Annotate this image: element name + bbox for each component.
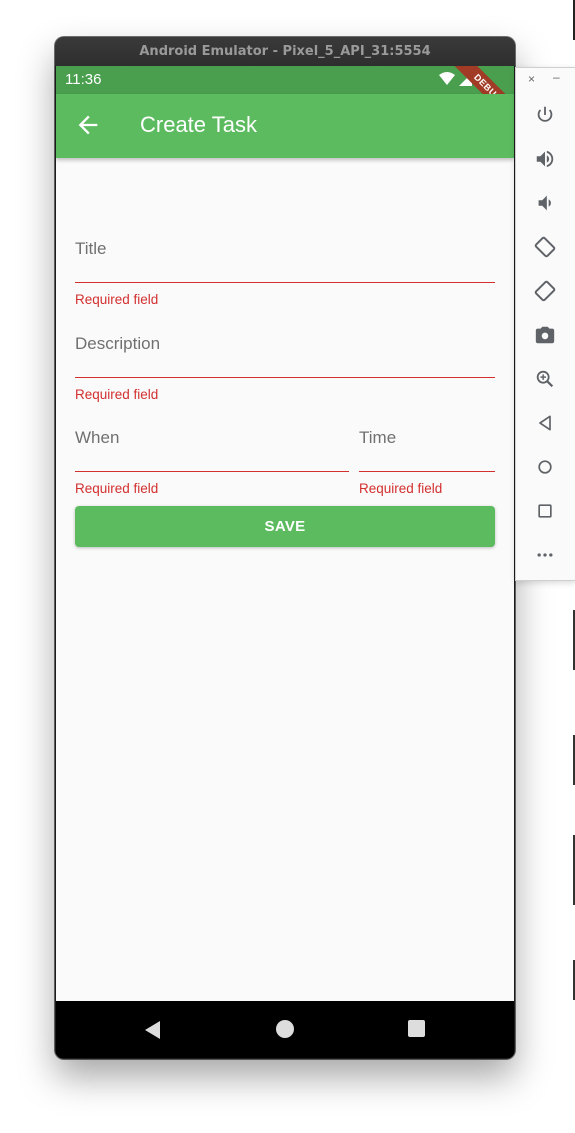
when-underline: [75, 471, 349, 472]
nav-back-icon[interactable]: [144, 1021, 162, 1039]
save-button[interactable]: SAVE: [75, 506, 495, 547]
navigation-bar: [56, 1001, 514, 1058]
title-error: Required field: [75, 292, 159, 307]
time-field[interactable]: Time Required field: [359, 400, 495, 496]
nav-recent-apps-icon[interactable]: [408, 1020, 425, 1037]
when-label: When: [75, 428, 120, 447]
home-icon[interactable]: [531, 453, 559, 481]
minimize-icon[interactable]: –: [553, 70, 560, 84]
page-title: Create Task: [140, 112, 257, 137]
emulator-title: Android Emulator - Pixel_5_API_31:5554: [55, 37, 515, 66]
volume-down-icon[interactable]: [531, 189, 559, 217]
status-bar: 11:36: [56, 66, 514, 94]
title-underline: [75, 282, 495, 283]
phone-screen: 11:36 DEBUG Create Task Title Required f…: [56, 66, 514, 1058]
more-icon[interactable]: [531, 541, 559, 569]
rotate-right-icon[interactable]: [531, 277, 559, 305]
nav-home-icon[interactable]: [276, 1020, 294, 1038]
rotate-left-icon[interactable]: [531, 233, 559, 261]
power-icon[interactable]: [531, 101, 559, 129]
wifi-icon: [439, 72, 455, 85]
background-window-edge: [573, 0, 575, 1000]
time-error: Required field: [359, 481, 443, 496]
app-bar: Create Task: [56, 94, 514, 158]
arrow-back-icon[interactable]: [74, 111, 102, 139]
zoom-icon[interactable]: [531, 365, 559, 393]
title-field[interactable]: Title Required field: [75, 211, 495, 307]
overview-icon[interactable]: [531, 497, 559, 525]
when-field[interactable]: When Required field: [75, 400, 349, 496]
emulator-side-toolbar: × –: [515, 67, 575, 581]
title-label: Title: [75, 239, 107, 258]
close-icon[interactable]: ×: [528, 72, 535, 86]
description-underline: [75, 377, 495, 378]
volume-up-icon[interactable]: [531, 145, 559, 173]
status-time: 11:36: [65, 71, 102, 88]
description-label: Description: [75, 334, 161, 353]
time-label: Time: [359, 428, 397, 447]
time-underline: [359, 471, 495, 472]
emulator-window: Android Emulator - Pixel_5_API_31:5554 1…: [55, 37, 515, 1059]
description-field[interactable]: Description Required field: [75, 306, 495, 402]
when-error: Required field: [75, 481, 159, 496]
back-icon[interactable]: [531, 409, 559, 437]
camera-icon[interactable]: [531, 321, 559, 349]
